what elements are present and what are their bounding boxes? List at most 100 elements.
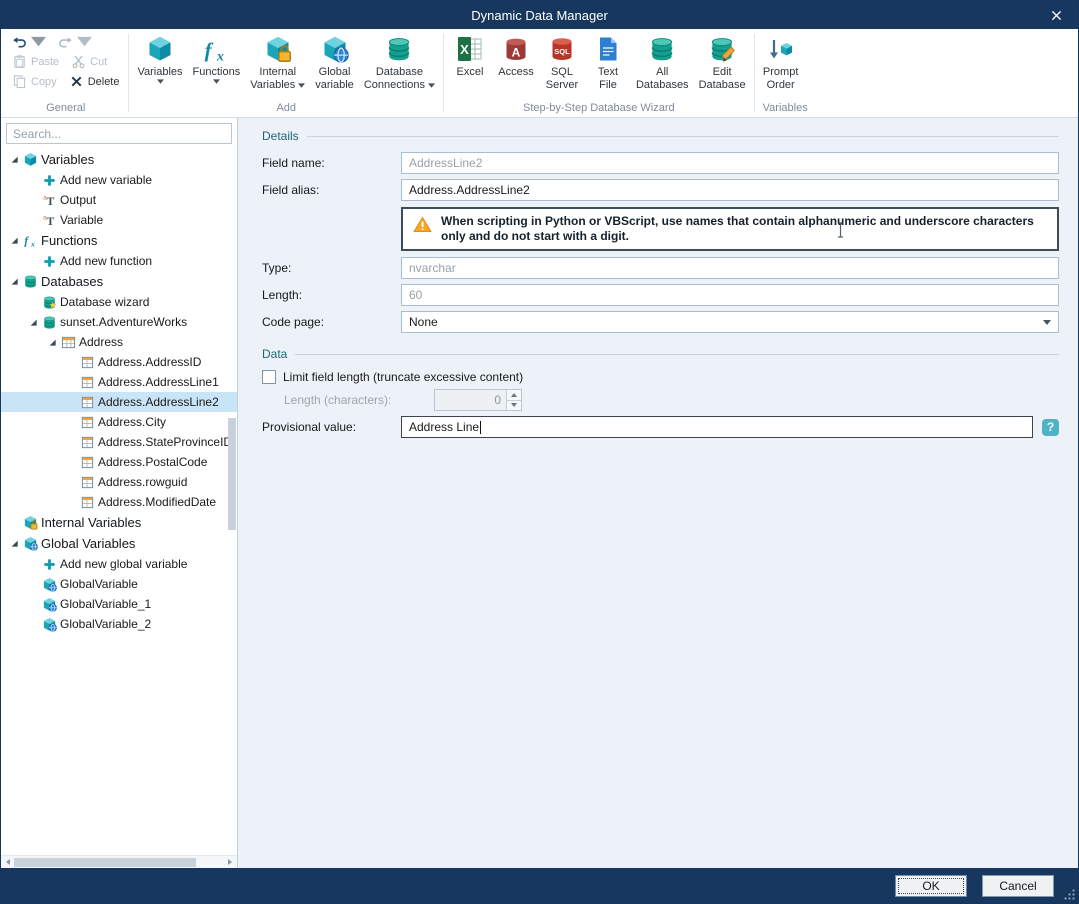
ribbon-button-prompt-order[interactable]: PromptOrder (758, 30, 804, 102)
search-input[interactable] (7, 124, 231, 143)
chevron-up-icon (511, 393, 517, 397)
tree-item-add-new-global-variable[interactable]: Add new global variable (1, 554, 237, 574)
horizontal-scrollbar-thumb[interactable] (14, 858, 196, 867)
tree-item-address-postalcode[interactable]: Address.PostalCode (1, 452, 237, 472)
ribbon-button-functions[interactable]: fxFunctions (188, 30, 246, 102)
chevron-down-icon (77, 34, 92, 49)
field-icon (79, 494, 95, 510)
data-form: Length (characters): 0 Provisional value… (262, 389, 1059, 438)
ribbon-button-access[interactable]: AAccess (493, 30, 539, 102)
tree-item-database-wizard[interactable]: Database wizard (1, 292, 237, 312)
svg-text:A: A (512, 46, 521, 60)
plus-icon (41, 172, 57, 188)
close-button[interactable] (1044, 6, 1068, 24)
scroll-left-arrow[interactable] (2, 857, 14, 868)
svg-text:X: X (460, 42, 469, 57)
ribbon-button-edit-database[interactable]: EditDatabase (694, 30, 751, 102)
tree-item-address-modifieddate[interactable]: Address.ModifiedDate (1, 492, 237, 512)
ok-button[interactable]: OK (895, 875, 967, 897)
resize-grip[interactable] (1063, 888, 1076, 901)
tree-item-add-new-function[interactable]: Add new function (1, 251, 237, 271)
tree-item-label: GlobalVariable (60, 577, 138, 591)
tree-item-globalvariable-2[interactable]: GlobalVariable_2 (1, 614, 237, 634)
tree-item-globalvariable[interactable]: GlobalVariable (1, 574, 237, 594)
tree-item-globalvariable-1[interactable]: GlobalVariable_1 (1, 594, 237, 614)
footer: OK Cancel (1, 868, 1078, 903)
length-characters-spinner[interactable]: 0 (434, 389, 522, 411)
ribbon-button-variables[interactable]: Variables (132, 30, 187, 102)
tree-item-address-rowguid[interactable]: Address.rowguid (1, 472, 237, 492)
ribbon-button-global-variable[interactable]: Globalvariable (310, 30, 359, 102)
excel-icon: X (456, 34, 484, 64)
tree-item-functions[interactable]: fxFunctions (1, 230, 237, 251)
expander-icon[interactable] (9, 236, 20, 245)
tree-item-variables[interactable]: Variables (1, 149, 237, 170)
tree-item-label: Add new function (60, 254, 152, 268)
tree-item-label: Address (79, 335, 123, 349)
field-name-label: Field name: (262, 156, 401, 170)
cancel-button[interactable]: Cancel (982, 875, 1054, 897)
tree-item-address-addressline2[interactable]: Address.AddressLine2 (1, 392, 237, 412)
db-all-icon (648, 34, 676, 64)
tree-item-sunset-adventureworks[interactable]: sunset.AdventureWorks (1, 312, 237, 332)
provisional-value-input[interactable]: Address Line (401, 416, 1033, 438)
paste-button[interactable]: Paste (7, 53, 64, 70)
scroll-right-arrow[interactable] (224, 857, 236, 868)
expander-icon[interactable] (28, 318, 39, 327)
delete-button[interactable]: Delete (64, 73, 125, 90)
expander-icon[interactable] (9, 155, 20, 164)
length-input[interactable]: 60 (401, 284, 1059, 306)
cut-icon (71, 54, 86, 69)
undo-button[interactable] (7, 33, 51, 50)
ribbon: Paste Cut Copy Delete (1, 29, 1078, 118)
access-icon: A (502, 34, 530, 64)
warning-box: When scripting in Python or VBScript, us… (401, 207, 1059, 251)
titlebar: Dynamic Data Manager (1, 1, 1078, 29)
expander-icon[interactable] (47, 338, 58, 347)
tree-item-address-city[interactable]: Address.City (1, 412, 237, 432)
cube-globe-icon (41, 596, 57, 612)
vertical-scrollbar-thumb[interactable] (228, 418, 236, 530)
field-alias-input[interactable]: Address.AddressLine2 (401, 179, 1059, 201)
tree-item-label: Add new global variable (60, 557, 187, 571)
tree-item-address-addressline1[interactable]: Address.AddressLine1 (1, 372, 237, 392)
tree-item-label: Variable (60, 213, 103, 227)
limit-length-checkbox[interactable] (262, 370, 276, 384)
ribbon-button-excel[interactable]: XExcel (447, 30, 493, 102)
ribbon-button-all-databases[interactable]: AllDatabases (631, 30, 694, 102)
prompt-order-icon (767, 34, 795, 64)
type-input[interactable]: nvarchar (401, 257, 1059, 279)
tree-item-databases[interactable]: Databases (1, 271, 237, 292)
expander-icon[interactable] (9, 277, 20, 286)
tree-item-address-addressid[interactable]: Address.AddressID (1, 352, 237, 372)
horizontal-scrollbar[interactable] (1, 855, 237, 868)
cut-button[interactable]: Cut (66, 53, 112, 70)
code-page-select[interactable]: None (401, 311, 1059, 333)
ribbon-button-text-file[interactable]: TextFile (585, 30, 631, 102)
tree-item-variable[interactable]: TaVariable (1, 210, 237, 230)
spinner-down-button[interactable] (507, 400, 521, 411)
field-icon (79, 434, 95, 450)
table-icon (60, 334, 76, 350)
plus-icon (41, 253, 57, 269)
tree-item-internal-variables[interactable]: Internal Variables (1, 512, 237, 533)
group-label-add: Add (129, 102, 442, 117)
limit-length-row: Limit field length (truncate excessive c… (262, 370, 1059, 384)
tree-item-address-stateprovinceid[interactable]: Address.StateProvinceID (1, 432, 237, 452)
section-divider (295, 354, 1059, 355)
field-name-input[interactable]: AddressLine2 (401, 152, 1059, 174)
copy-button[interactable]: Copy (7, 73, 62, 90)
tree-item-global-variables[interactable]: Global Variables (1, 533, 237, 554)
ribbon-button-internal-variables[interactable]: InternalVariables (245, 30, 310, 102)
type-label: Type: (262, 261, 401, 275)
expander-icon[interactable] (9, 539, 20, 548)
tree-item-output[interactable]: TaOutput (1, 190, 237, 210)
tree-item-address[interactable]: Address (1, 332, 237, 352)
spinner-up-button[interactable] (507, 390, 521, 400)
chevron-down-icon (31, 34, 46, 49)
help-button[interactable]: ? (1042, 419, 1059, 436)
redo-button[interactable] (53, 33, 97, 50)
tree-item-add-new-variable[interactable]: Add new variable (1, 170, 237, 190)
ribbon-button-database-connections[interactable]: DatabaseConnections (359, 30, 440, 102)
ribbon-button-sql-server[interactable]: SQLSQLServer (539, 30, 585, 102)
